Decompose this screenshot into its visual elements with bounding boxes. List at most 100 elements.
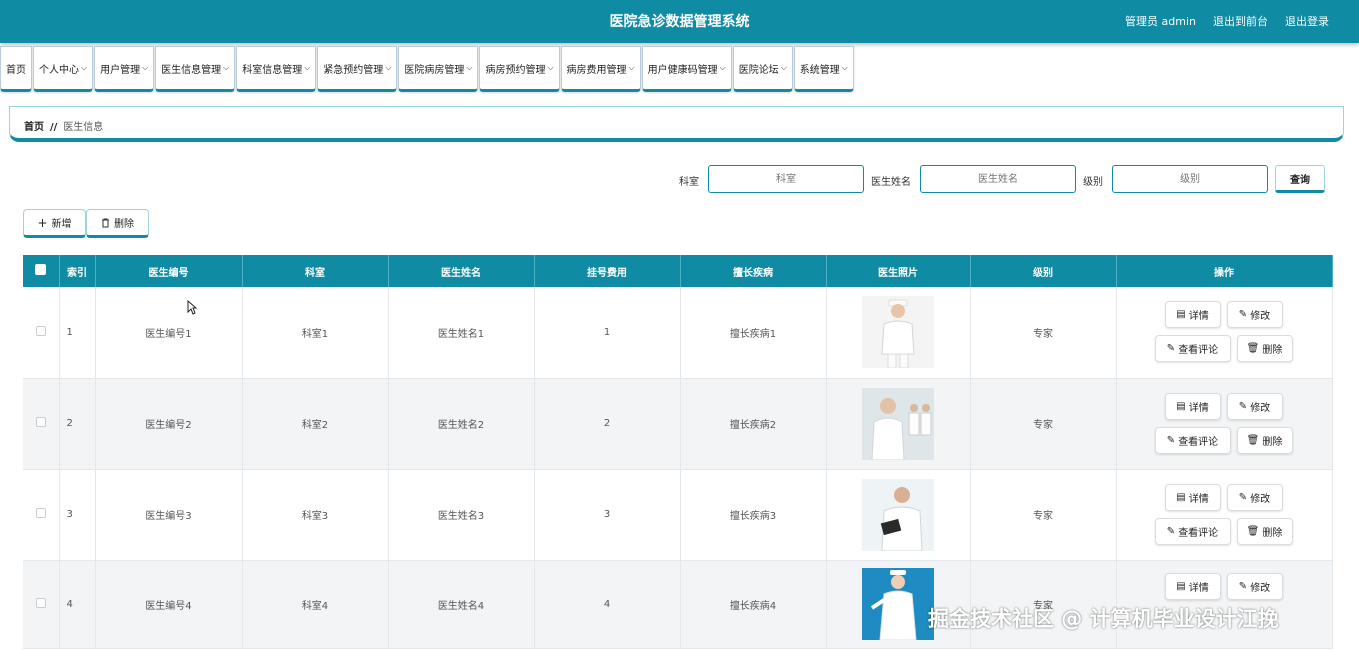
detail-button[interactable]: ▤ 详情 (1164, 392, 1221, 420)
fee-cell: 4 (534, 560, 681, 649)
trash-icon (102, 218, 109, 227)
chevron-down-icon: ⌵ (547, 63, 554, 72)
doctor-photo (862, 568, 934, 640)
detail-button[interactable]: ▤ 详情 (1164, 301, 1221, 328)
pencil-icon: ✎ (1238, 400, 1248, 412)
detail-label: 详情 (1188, 493, 1209, 505)
nav-label: 用户管理 (100, 64, 141, 76)
pencil-icon: ✎ (1166, 434, 1176, 446)
delete-button[interactable]: 🗑 删除 (1236, 517, 1293, 545)
operations-cell: ▤ 详情 ✎ 修改 ✎ 查看评论 🗑 删除 (1116, 287, 1333, 379)
table-header-row: 索引 医生编号 科室 医生姓名 挂号费用 擅长疾病 医生照片 级别 操作 (23, 255, 1333, 287)
main-nav: 首页 个人中心 ⌵ 用户管理 ⌵ 医生信息管理 ⌵ 科室信息管理 ⌵ 紧急预约管理 ⌵ 医… (0, 46, 855, 92)
trash-icon: 🗑 (1246, 525, 1260, 537)
edit-button[interactable]: ✎ 修改 (1226, 392, 1283, 420)
row-checkbox[interactable] (35, 508, 46, 518)
nav-item-emergency-booking[interactable]: 紧急预约管理 ⌵ (317, 46, 398, 92)
delete-button[interactable]: 🗑 删除 (1236, 426, 1293, 454)
nav-item-home[interactable]: 首页 (0, 46, 32, 92)
operations-group: ▤ 详情 ✎ 修改 ✎ 查看评论 🗑 删除 (1117, 379, 1332, 469)
doctor-name-cell: 医生姓名1 (388, 287, 535, 379)
dept-cell: 科室2 (242, 378, 389, 470)
column-header: 医生照片 (826, 255, 971, 287)
view-comments-label: 查看评论 (1178, 527, 1219, 539)
header-links: 管理员 admin 退出到前台 退出登录 (1125, 13, 1329, 29)
doctor-code-cell: 医生编号1 (95, 287, 243, 379)
level-cell: 专家 (970, 378, 1117, 470)
nav-label: 病房费用管理 (566, 64, 627, 76)
view-comments-button[interactable]: ✎ 查看评论 (1154, 335, 1231, 362)
nav-item-ward-booking[interactable]: 病房预约管理 ⌵ (479, 46, 560, 92)
chevron-down-icon: ⌵ (466, 63, 473, 72)
column-header: 操作 (1116, 255, 1333, 287)
operations-group: ▤ 详情 ✎ 修改 ✎ 查看评论 🗑 删除 (1117, 287, 1332, 378)
row-checkbox[interactable] (35, 417, 46, 427)
nav-label: 医生信息管理 (161, 64, 222, 76)
nav-label: 病房预约管理 (485, 64, 546, 76)
breadcrumb-home[interactable]: 首页 (24, 122, 44, 133)
nav-label: 紧急预约管理 (323, 64, 384, 76)
chevron-down-icon: ⌵ (628, 63, 635, 72)
row-checkbox[interactable] (35, 325, 46, 336)
logout-link[interactable]: 退出登录 (1285, 13, 1329, 29)
document-icon: ▤ (1176, 580, 1186, 592)
operations-cell: ▤ 详情 ✎ 修改 ✎ 查看评论 🗑 删除 (1116, 378, 1333, 470)
row-select-cell (23, 287, 60, 379)
delete-label: 删除 (1262, 345, 1283, 356)
nav-item-department-management[interactable]: 科室信息管理 ⌵ (236, 46, 317, 92)
breadcrumb-separator: // (50, 122, 58, 133)
edit-label: 修改 (1250, 402, 1271, 414)
nav-item-health-code[interactable]: 用户健康码管理 ⌵ (641, 46, 732, 92)
doctor-code-cell: 医生编号4 (95, 560, 243, 649)
column-header: 医生姓名 (388, 255, 535, 287)
nav-item-system[interactable]: 系统管理 ⌵ (793, 46, 854, 92)
view-comments-button[interactable]: ✎ 查看评论 (1154, 517, 1231, 545)
nav-item-forum[interactable]: 医院论坛 ⌵ (732, 46, 793, 92)
edit-button[interactable]: ✎ 修改 (1226, 572, 1283, 600)
nav-item-doctor-management[interactable]: 医生信息管理 ⌵ (155, 46, 236, 92)
index-cell: 3 (59, 469, 96, 561)
nav-label: 科室信息管理 (242, 64, 303, 76)
detail-button[interactable]: ▤ 详情 (1164, 572, 1221, 600)
breadcrumb-current: 医生信息 (63, 122, 104, 133)
select-all-header (23, 255, 60, 287)
select-all-checkbox[interactable] (35, 264, 47, 275)
specialty-cell: 擅长疾病3 (680, 469, 827, 561)
dept-search-input[interactable] (708, 165, 864, 193)
breadcrumb: 首页 // 医生信息 (9, 106, 1344, 142)
level-search-input[interactable] (1112, 165, 1268, 193)
operations-cell: ▤ 详情 ✎ 修改 ✎ 查看评论 🗑 删除 (1116, 469, 1333, 561)
edit-button[interactable]: ✎ 修改 (1226, 483, 1283, 511)
nav-label: 系统管理 (799, 64, 840, 76)
nav-label: 用户健康码管理 (647, 64, 718, 76)
dept-cell: 科室3 (242, 469, 389, 561)
document-icon: ▤ (1176, 400, 1186, 412)
chevron-down-icon: ⌵ (142, 63, 149, 72)
trash-icon: 🗑 (1246, 434, 1260, 446)
detail-button[interactable]: ▤ 详情 (1164, 483, 1221, 511)
back-to-front-link[interactable]: 退出到前台 (1213, 13, 1268, 29)
row-checkbox[interactable] (35, 597, 46, 608)
add-button[interactable]: + 新增 (23, 209, 86, 238)
column-header: 级别 (970, 255, 1117, 287)
delete-button[interactable]: 🗑 删除 (1236, 335, 1293, 362)
edit-button[interactable]: ✎ 修改 (1226, 301, 1283, 328)
view-comments-label: 查看评论 (1178, 436, 1219, 448)
document-icon: ▤ (1176, 491, 1186, 503)
pencil-icon: ✎ (1166, 343, 1176, 354)
level-label: 级别 (1083, 177, 1103, 188)
view-comments-button[interactable]: ✎ 查看评论 (1154, 426, 1231, 454)
nav-item-ward-fee[interactable]: 病房费用管理 ⌵ (560, 46, 641, 92)
nav-item-user-management[interactable]: 用户管理 ⌵ (94, 46, 155, 92)
detail-label: 详情 (1188, 402, 1209, 414)
doctor-name-label: 医生姓名 (871, 177, 911, 188)
chevron-down-icon: ⌵ (841, 63, 848, 72)
nav-item-personal-center[interactable]: 个人中心 ⌵ (33, 46, 94, 92)
level-cell: 专家 (970, 469, 1117, 561)
nav-item-ward-management[interactable]: 医院病房管理 ⌵ (398, 46, 479, 92)
doctor-name-search-input[interactable] (920, 165, 1076, 193)
fee-cell: 3 (534, 469, 681, 561)
query-button[interactable]: 查询 (1275, 165, 1325, 193)
pencil-icon: ✎ (1238, 309, 1248, 320)
batch-delete-button[interactable]: 删除 (86, 209, 149, 238)
